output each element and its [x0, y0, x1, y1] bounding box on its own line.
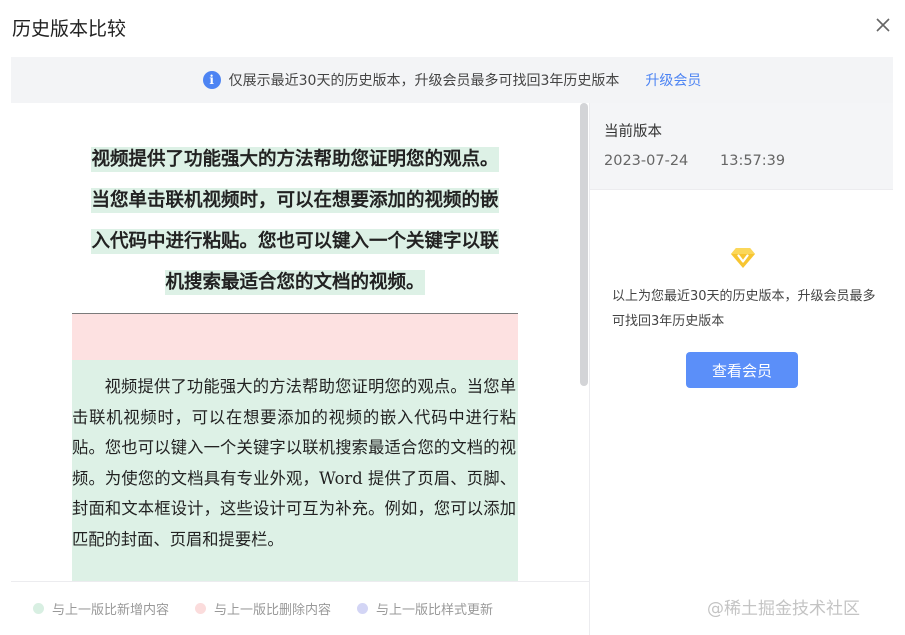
legend-dot: [195, 603, 207, 614]
legend-item-added: 与上一版比新增内容: [33, 599, 169, 618]
document-heading: 视频提供了功能强大的方法帮助您证明您的观点。 当您单击联机视频时，可以在想要添加…: [72, 139, 518, 303]
watermark: @稀土掘金技术社区: [707, 599, 860, 619]
dialog-title: 历史版本比较: [12, 18, 127, 40]
heading-line: 视频提供了功能强大的方法帮助您证明您的观点。: [91, 147, 499, 172]
upgrade-link[interactable]: 升级会员: [645, 70, 701, 90]
diamond-icon: [729, 246, 757, 270]
version-date: 2023-07-24: [604, 153, 689, 169]
document-preview[interactable]: 视频提供了功能强大的方法帮助您证明您的观点。 当您单击联机视频时，可以在想要添加…: [11, 103, 579, 581]
upgrade-banner: i 仅展示最近30天的历史版本，升级会员最多可找回3年历史版本 升级会员: [11, 57, 893, 103]
current-version-item[interactable]: 当前版本 2023-07-24 13:57:39: [590, 103, 893, 190]
legend-label: 与上一版比删除内容: [214, 603, 332, 618]
legend-label: 与上一版比样式更新: [376, 603, 494, 618]
heading-line: 机搜索最适合您的文档的视频。: [165, 270, 425, 295]
banner-message: 仅展示最近30天的历史版本，升级会员最多可找回3年历史版本: [228, 73, 620, 89]
legend-dot: [33, 603, 44, 614]
info-icon: i: [202, 71, 221, 89]
upgrade-note: 以上为您最近30天的历史版本，升级会员最多可找回3年历史版本: [612, 289, 876, 329]
legend-label: 与上一版比新增内容: [52, 603, 170, 618]
close-icon[interactable]: [872, 14, 894, 36]
legend-item-style: 与上一版比样式更新: [357, 599, 493, 618]
document-scrollbar[interactable]: [579, 103, 589, 581]
scrollbar-thumb[interactable]: [580, 103, 588, 386]
heading-line: 入代码中进行粘贴。您也可以键入一个关键字以联: [91, 229, 499, 254]
deleted-content-block: [72, 314, 518, 360]
legend-item-deleted: 与上一版比删除内容: [195, 599, 331, 618]
version-time: 13:57:39: [720, 153, 786, 169]
version-label: 当前版本: [604, 124, 662, 140]
view-membership-button[interactable]: 查看会员: [686, 352, 798, 388]
added-content-block: 视频提供了功能强大的方法帮助您证明您的观点。当您单击联机视频时，可以在想要添加的…: [72, 360, 518, 581]
legend-dot: [357, 603, 369, 614]
change-legend: 与上一版比新增内容 与上一版比删除内容 与上一版比样式更新: [11, 581, 589, 635]
heading-line: 当您单击联机视频时，可以在想要添加的视频的嵌: [91, 188, 499, 213]
